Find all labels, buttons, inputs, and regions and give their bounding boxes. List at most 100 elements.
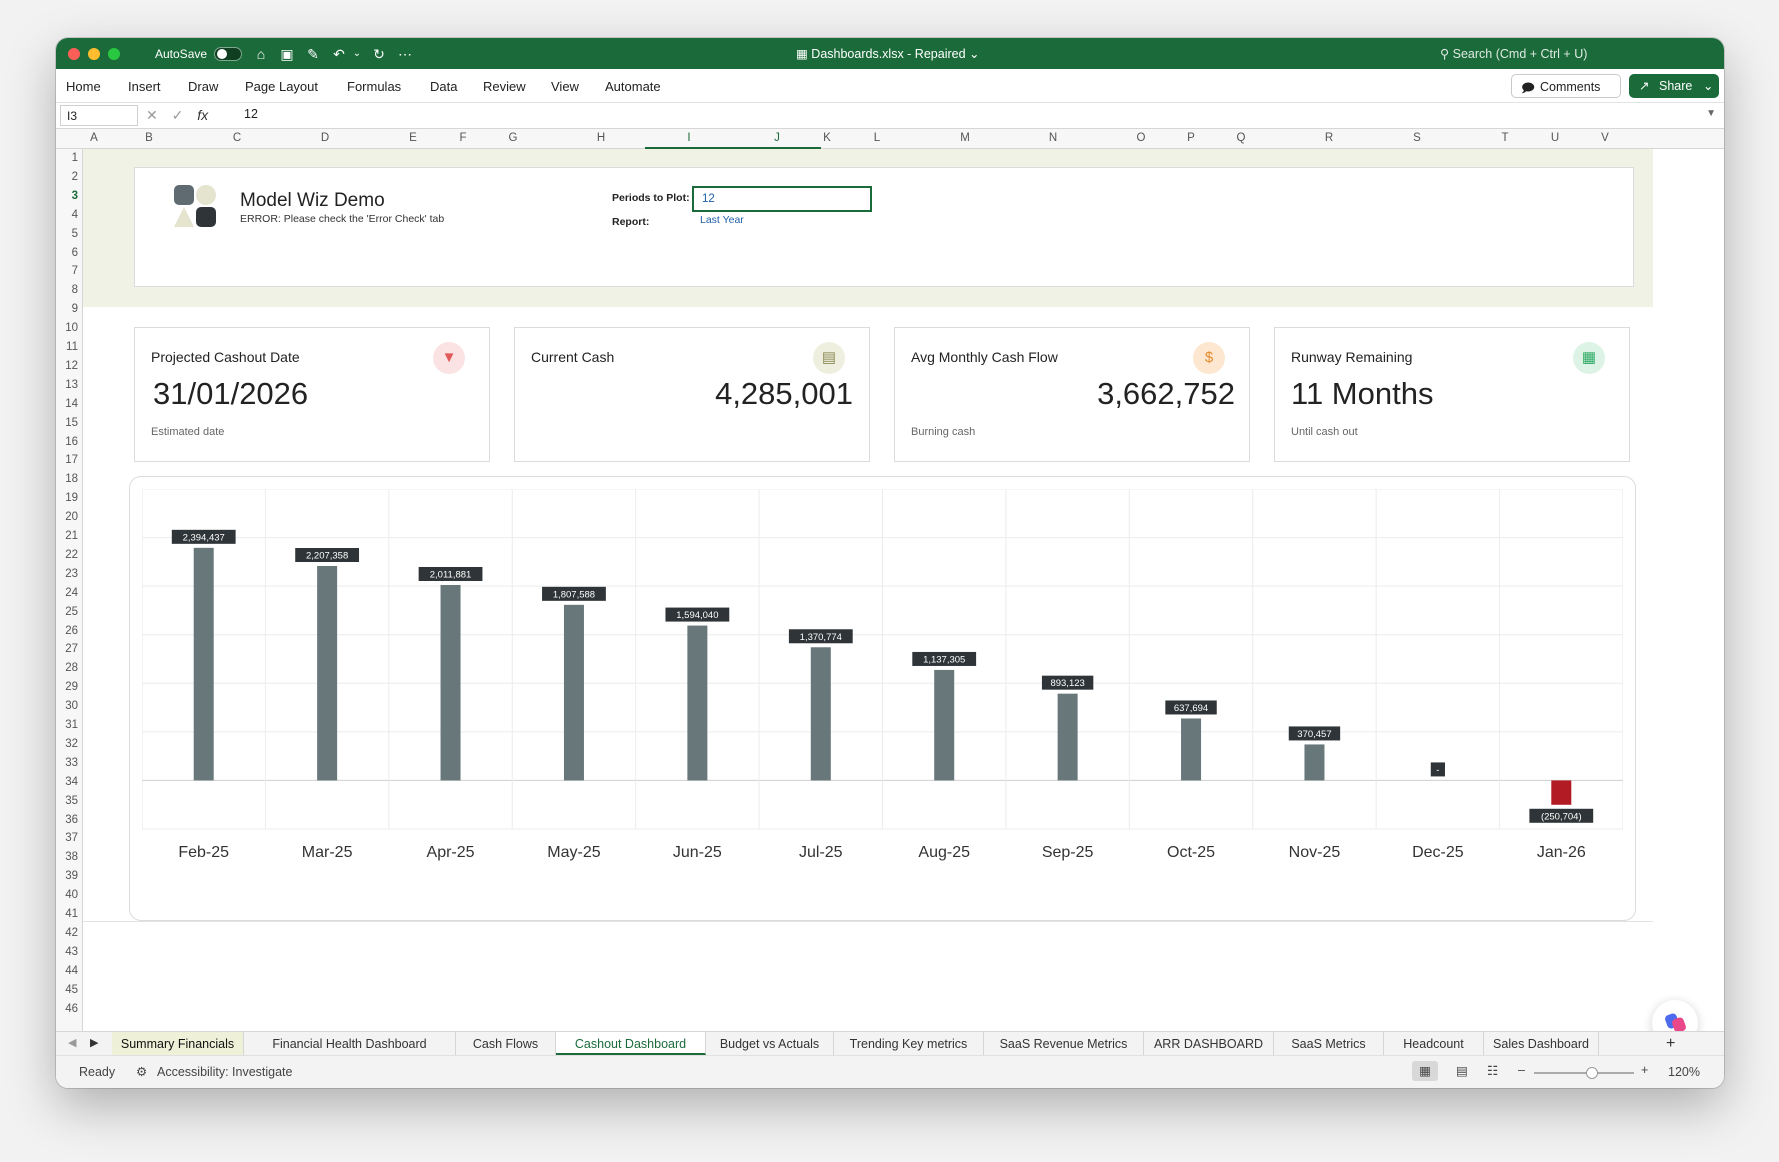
row-header[interactable]: 38 — [56, 851, 78, 863]
column-header[interactable]: F — [457, 132, 469, 144]
tab-formulas[interactable]: Formulas — [347, 79, 401, 94]
report-value[interactable]: Last Year — [700, 214, 744, 226]
column-header[interactable]: S — [1373, 132, 1461, 144]
normal-view-icon[interactable]: ▦ — [1412, 1061, 1438, 1081]
tab-insert[interactable]: Insert — [128, 79, 161, 94]
column-header[interactable]: U — [1549, 132, 1561, 144]
column-header[interactable]: H — [557, 132, 645, 144]
tab-data[interactable]: Data — [430, 79, 457, 94]
share-button[interactable]: ↗ Share ⌄ — [1629, 74, 1719, 98]
sheet-tab[interactable]: Sales Dashboard — [1484, 1032, 1599, 1055]
row-header[interactable]: 15 — [56, 417, 78, 429]
row-header[interactable]: 6 — [56, 247, 78, 259]
function-icon[interactable]: fx — [197, 107, 208, 123]
column-header[interactable]: N — [1009, 132, 1097, 144]
row-header[interactable]: 2 — [56, 171, 78, 183]
cashout-chart[interactable]: 2,394,437 Feb-25 2,207,358 Mar-25 2,011,881 A… — [129, 476, 1636, 921]
document-title[interactable]: ▦ Dashboards.xlsx - Repaired ⌄ — [796, 46, 980, 61]
sheet-tab[interactable]: Cash Flows — [456, 1032, 556, 1055]
page-break-view-icon[interactable]: ☷ — [1487, 1063, 1498, 1078]
sheet-tab[interactable]: Financial Health Dashboard — [244, 1032, 456, 1055]
column-header[interactable]: D — [281, 132, 369, 144]
maximize-window-button[interactable] — [108, 48, 120, 60]
autosave-toggle[interactable] — [214, 47, 242, 61]
page-layout-view-icon[interactable]: ▤ — [1456, 1063, 1468, 1078]
add-sheet-button[interactable]: + — [1666, 1035, 1675, 1053]
prev-sheet-icon[interactable]: ◀ — [68, 1036, 76, 1049]
sheet-tab[interactable]: SaaS Revenue Metrics — [984, 1032, 1144, 1055]
more-icon[interactable]: ⋯ — [396, 45, 414, 63]
confirm-icon[interactable]: ✓ — [172, 107, 184, 123]
row-header[interactable]: 21 — [56, 530, 78, 542]
column-header[interactable]: E — [369, 132, 457, 144]
row-header[interactable]: 20 — [56, 511, 78, 523]
zoom-level[interactable]: 120% — [1668, 1065, 1700, 1079]
row-header[interactable]: 1 — [56, 152, 78, 164]
column-header[interactable]: P — [1185, 132, 1197, 144]
row-header[interactable]: 24 — [56, 587, 78, 599]
sheet-tab[interactable]: Trending Key metrics — [834, 1032, 984, 1055]
home-icon[interactable]: ⌂ — [252, 45, 270, 63]
sheet-tab[interactable]: Headcount — [1384, 1032, 1484, 1055]
row-header[interactable]: 17 — [56, 454, 78, 466]
sheet-tab[interactable]: ARR DASHBOARD — [1144, 1032, 1274, 1055]
minimize-window-button[interactable] — [88, 48, 100, 60]
close-window-button[interactable] — [68, 48, 80, 60]
column-header[interactable]: G — [469, 132, 557, 144]
worksheet[interactable]: Model Wiz Demo ERROR: Please check the '… — [83, 149, 1724, 1031]
tab-home[interactable]: Home — [66, 79, 101, 94]
save-icon[interactable]: ▣ — [278, 45, 296, 63]
row-header[interactable]: 13 — [56, 379, 78, 391]
column-header[interactable]: L — [833, 132, 921, 144]
sheet-tab[interactable]: Summary Financials — [112, 1032, 244, 1055]
row-header[interactable]: 31 — [56, 719, 78, 731]
sheet-tab[interactable]: Cashout Dashboard — [556, 1032, 706, 1055]
cancel-icon[interactable]: ✕ — [146, 107, 158, 123]
name-box[interactable]: I3 — [60, 105, 138, 126]
row-header[interactable]: 23 — [56, 568, 78, 580]
row-header[interactable]: 11 — [56, 341, 78, 353]
row-header[interactable]: 26 — [56, 625, 78, 637]
row-header[interactable]: 37 — [56, 832, 78, 844]
row-header[interactable]: 32 — [56, 738, 78, 750]
column-header[interactable]: B — [105, 132, 193, 144]
row-header[interactable]: 16 — [56, 436, 78, 448]
accessibility-status[interactable]: Accessibility: Investigate — [157, 1065, 292, 1079]
row-header[interactable]: 14 — [56, 398, 78, 410]
column-header[interactable]: J — [733, 132, 821, 149]
comments-button[interactable]: 🗩 Comments — [1511, 74, 1621, 98]
undo-dropdown-icon[interactable]: ⌄ — [348, 45, 366, 63]
column-header[interactable]: K — [821, 132, 833, 144]
column-header[interactable]: R — [1285, 132, 1373, 144]
tab-automate[interactable]: Automate — [605, 79, 661, 94]
column-header[interactable]: C — [193, 132, 281, 144]
row-header[interactable]: 44 — [56, 965, 78, 977]
column-header[interactable]: M — [921, 132, 1009, 144]
row-header[interactable]: 19 — [56, 492, 78, 504]
row-header[interactable]: 9 — [56, 303, 78, 315]
row-header[interactable]: 46 — [56, 1003, 78, 1015]
tab-page-layout[interactable]: Page Layout — [245, 79, 318, 94]
row-header[interactable]: 43 — [56, 946, 78, 958]
zoom-slider[interactable] — [1534, 1067, 1634, 1079]
sheet-tab[interactable]: Budget vs Actuals — [706, 1032, 834, 1055]
zoom-slider-handle[interactable] — [1586, 1067, 1598, 1079]
row-header[interactable]: 34 — [56, 776, 78, 788]
row-header[interactable]: 25 — [56, 606, 78, 618]
column-header[interactable]: A — [83, 132, 105, 144]
next-sheet-icon[interactable]: ▶ — [90, 1036, 98, 1049]
row-header[interactable]: 18 — [56, 473, 78, 485]
tab-draw[interactable]: Draw — [188, 79, 218, 94]
column-header[interactable]: T — [1461, 132, 1549, 144]
periods-input[interactable]: 12 — [692, 186, 872, 212]
redo-icon[interactable]: ↻ — [370, 45, 388, 63]
row-header[interactable]: 40 — [56, 889, 78, 901]
column-header[interactable]: O — [1097, 132, 1185, 144]
row-header[interactable]: 29 — [56, 681, 78, 693]
row-header[interactable]: 7 — [56, 265, 78, 277]
accessibility-icon[interactable]: ⚙ — [136, 1064, 147, 1079]
column-header[interactable]: I — [645, 132, 733, 149]
tab-review[interactable]: Review — [483, 79, 526, 94]
column-header[interactable]: V — [1561, 132, 1649, 144]
zoom-out-icon[interactable]: – — [1518, 1063, 1525, 1077]
